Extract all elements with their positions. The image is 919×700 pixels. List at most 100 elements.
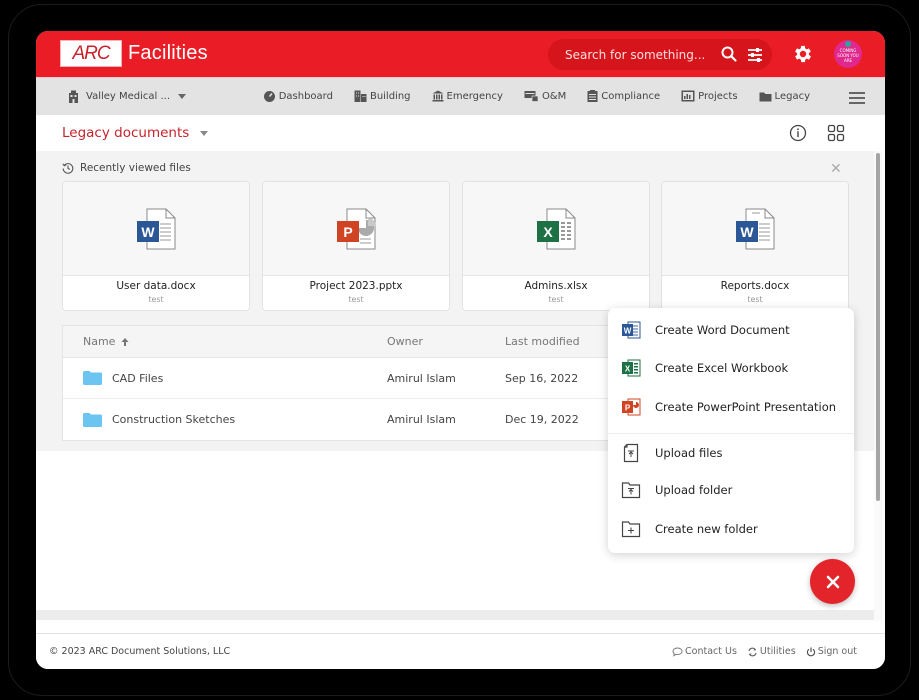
nav-emergency[interactable]: Emergency <box>432 90 503 102</box>
recent-file-card[interactable]: X Admins.xlsx test <box>462 181 650 311</box>
word-icon: W <box>620 319 642 341</box>
nav-compliance[interactable]: Compliance <box>587 90 660 102</box>
file-thumbnail: P <box>263 182 449 275</box>
recent-file-card[interactable]: P Project 2023.pptx test <box>262 181 450 311</box>
grid-view-icon[interactable] <box>827 124 845 142</box>
vertical-scrollbar[interactable] <box>874 151 882 621</box>
nav-om-label: O&M <box>541 90 567 102</box>
hamburger-menu-icon[interactable] <box>849 92 865 104</box>
nav-dashboard-label: Dashboard <box>278 90 333 102</box>
row-name-cell: CAD Files <box>63 371 387 385</box>
recent-files-label: Recently viewed files <box>80 162 191 174</box>
file-thumbnail: W <box>63 182 249 275</box>
site-selector[interactable]: Valley Medical ... <box>67 90 187 103</box>
folder-icon <box>83 412 102 427</box>
word-file-icon: W <box>736 208 775 249</box>
nav-legacy-label: Legacy <box>774 90 810 102</box>
file-thumbnail: X <box>463 182 649 275</box>
nav-projects[interactable]: Projects <box>681 90 738 102</box>
new-folder-icon <box>620 518 642 540</box>
file-meta: User data.docx test <box>63 275 249 310</box>
table-header: Name Owner Last modified <box>63 326 616 358</box>
contact-us-label: Contact Us <box>685 646 737 657</box>
folder-icon <box>83 371 102 385</box>
recent-files-heading: Recently viewed files <box>62 162 191 174</box>
search-input[interactable] <box>565 47 715 62</box>
folder-name: Construction Sketches <box>112 413 236 426</box>
filter-sliders-icon[interactable] <box>746 46 764 64</box>
file-name: Admins.xlsx <box>524 280 588 292</box>
contact-us-link[interactable]: Contact Us <box>672 646 737 657</box>
table-row[interactable]: CAD Files Amirul Islam Sep 16, 2022 <box>63 358 616 399</box>
upload-file-icon <box>620 442 642 464</box>
app-logo-text: Facilities <box>128 42 208 64</box>
column-modified-header[interactable]: Last modified <box>505 335 615 348</box>
menu-item-label: Create Excel Workbook <box>655 361 789 375</box>
menu-upload-files[interactable]: Upload files <box>608 435 854 471</box>
emergency-icon <box>432 90 444 102</box>
info-icon[interactable] <box>789 124 807 142</box>
scrollbar-thumb[interactable] <box>876 153 880 501</box>
row-owner-cell: Amirul Islam <box>387 413 456 426</box>
sort-ascending-icon <box>121 337 129 346</box>
svg-text:P: P <box>625 404 631 413</box>
page-title-bar: Legacy documents <box>36 115 885 151</box>
app-logo[interactable]: ARC Facilities <box>60 40 208 67</box>
file-meta: Project 2023.pptx test <box>263 275 449 310</box>
table-row[interactable]: Construction Sketches Amirul Islam Dec 1… <box>63 399 616 440</box>
page-title-dropdown[interactable]: Legacy documents <box>62 125 209 141</box>
menu-create-excel[interactable]: X Create Excel Workbook <box>608 350 854 386</box>
close-menu-fab-button[interactable] <box>810 559 855 604</box>
row-modified-cell: Dec 19, 2022 <box>505 413 579 426</box>
user-avatar[interactable]: COMING SOON YOU ARE <box>834 40 862 68</box>
recent-file-card[interactable]: W Reports.docx test <box>661 181 849 311</box>
svg-text:W: W <box>624 327 632 336</box>
utilities-label: Utilities <box>759 646 796 657</box>
top-header: ARC Facilities COMING SOON YOU ARE <box>36 31 885 77</box>
menu-create-powerpoint[interactable]: P Create PowerPoint Presentation <box>608 389 854 425</box>
close-recent-icon[interactable]: ✕ <box>830 162 842 176</box>
upload-folder-icon <box>620 479 642 501</box>
file-meta: Admins.xlsx test <box>463 275 649 310</box>
legacy-folder-icon <box>759 92 772 101</box>
content-bottom-strip <box>36 610 876 620</box>
menu-create-word[interactable]: W Create Word Document <box>608 312 854 348</box>
column-name-header[interactable]: Name <box>63 335 387 348</box>
sign-out-link[interactable]: Sign out <box>806 646 857 657</box>
row-modified-cell: Sep 16, 2022 <box>505 371 579 385</box>
file-subtitle: test <box>548 295 564 304</box>
nav-legacy[interactable]: Legacy <box>759 90 810 102</box>
row-name-cell: Construction Sketches <box>63 412 387 427</box>
file-subtitle: test <box>747 295 763 304</box>
site-building-icon <box>69 90 78 103</box>
utilities-link[interactable]: Utilities <box>747 646 796 657</box>
file-subtitle: test <box>348 295 364 304</box>
nav-om[interactable]: O&M <box>524 90 566 102</box>
nav-building[interactable]: Building <box>354 90 411 102</box>
file-subtitle: test <box>148 295 164 304</box>
page-title: Legacy documents <box>62 125 190 141</box>
main-nav: Valley Medical ... Dashboard Building Em… <box>36 77 885 115</box>
column-owner-header[interactable]: Owner <box>387 335 505 348</box>
svg-text:X: X <box>543 224 553 240</box>
word-file-icon: W <box>137 208 176 249</box>
menu-upload-folder[interactable]: Upload folder <box>608 472 854 508</box>
powerpoint-file-icon: P <box>337 208 376 249</box>
recent-file-card[interactable]: W User data.docx test <box>62 181 250 311</box>
site-name: Valley Medical ... <box>86 91 171 102</box>
menu-item-label: Upload files <box>655 446 723 460</box>
files-table: Name Owner Last modified CAD Files Amiru… <box>62 325 617 441</box>
projects-icon <box>681 90 695 102</box>
menu-item-label: Upload folder <box>655 483 733 497</box>
om-icon <box>524 91 539 102</box>
avatar-text: COMING SOON YOU ARE <box>837 48 859 63</box>
search-icon[interactable] <box>720 45 738 63</box>
menu-create-folder[interactable]: Create new folder <box>608 511 854 547</box>
menu-item-label: Create PowerPoint Presentation <box>655 400 837 414</box>
nav-dashboard[interactable]: Dashboard <box>263 90 333 102</box>
chat-bubble-icon <box>672 647 683 657</box>
nav-links: Dashboard Building Emergency O&M Complia… <box>242 90 810 102</box>
settings-gear-icon[interactable] <box>792 43 814 65</box>
nav-compliance-label: Compliance <box>601 90 661 102</box>
menu-divider <box>608 433 854 434</box>
